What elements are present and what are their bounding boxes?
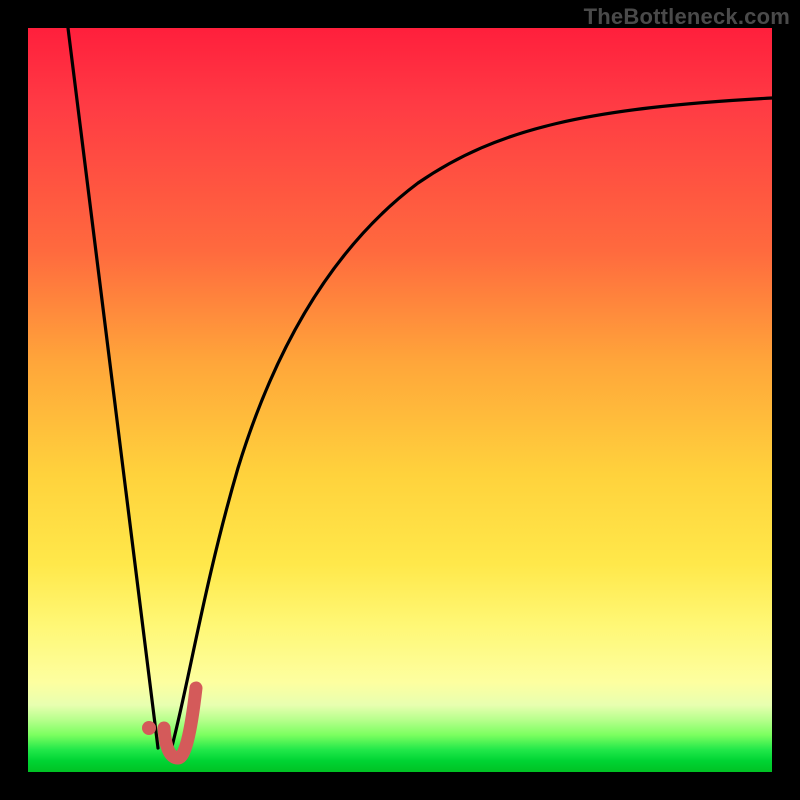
left-descent-line — [68, 28, 158, 748]
right-ascent-curve — [170, 98, 772, 754]
chart-frame: TheBottleneck.com — [0, 0, 800, 800]
hook-dot — [142, 721, 156, 735]
curves-layer — [28, 28, 772, 772]
watermark-text: TheBottleneck.com — [584, 4, 790, 30]
hook-mark — [164, 688, 196, 758]
